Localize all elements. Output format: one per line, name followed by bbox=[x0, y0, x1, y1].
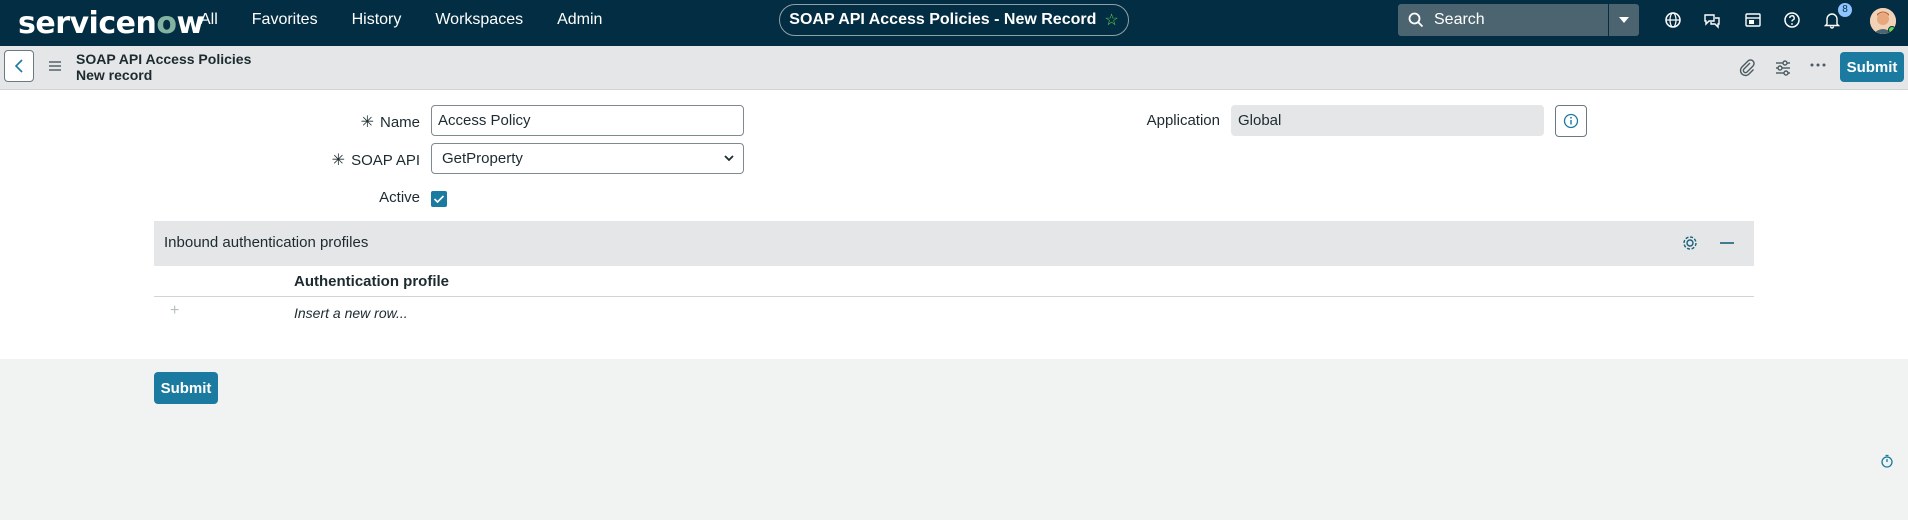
info-icon bbox=[1563, 113, 1579, 129]
related-list-title: Inbound authentication profiles bbox=[164, 234, 369, 251]
servicenow-logo[interactable]: servicenow bbox=[18, 6, 204, 41]
search-placeholder: Search bbox=[1434, 11, 1485, 28]
related-list-header: Inbound authentication profiles bbox=[154, 221, 1754, 266]
name-label-text: Name bbox=[379, 114, 420, 131]
soap-api-label-text: SOAP API bbox=[351, 152, 420, 169]
search-icon bbox=[1408, 12, 1424, 28]
soap-api-selected-value: GetProperty bbox=[442, 150, 523, 167]
user-avatar[interactable] bbox=[1870, 8, 1896, 34]
attachment-paperclip-icon[interactable] bbox=[1738, 59, 1756, 77]
nav-item-history[interactable]: History bbox=[352, 11, 402, 29]
form-header: SOAP API Access Policies New record Subm… bbox=[0, 46, 1908, 90]
checkmark-icon bbox=[433, 195, 445, 204]
name-label: ✳ Name bbox=[360, 112, 420, 132]
application-info-button[interactable] bbox=[1555, 105, 1587, 137]
top-navigation: servicenow All Favorites History Workspa… bbox=[0, 0, 1908, 46]
context-menu-icon[interactable] bbox=[48, 60, 62, 72]
search-scope-dropdown[interactable] bbox=[1609, 4, 1639, 36]
soap-api-select[interactable]: GetProperty bbox=[431, 143, 744, 174]
record-title-pill[interactable]: SOAP API Access Policies - New Record ☆ bbox=[779, 4, 1129, 36]
form-title-record: New record bbox=[76, 67, 153, 83]
record-form: ✳ Name Access Policy ✳ SOAP API GetPropert… bbox=[0, 90, 1908, 359]
active-label: Active bbox=[379, 189, 420, 206]
favorite-star-icon[interactable]: ☆ bbox=[1104, 10, 1118, 30]
table-divider bbox=[154, 296, 1754, 297]
global-search-input[interactable]: Search bbox=[1398, 4, 1608, 36]
response-time-icon[interactable] bbox=[1880, 454, 1894, 468]
nav-item-workspaces[interactable]: Workspaces bbox=[435, 11, 523, 29]
back-button[interactable] bbox=[4, 50, 34, 82]
submit-button-header[interactable]: Submit bbox=[1840, 52, 1904, 82]
required-asterisk-icon: ✳ bbox=[331, 152, 346, 169]
form-title: SOAP API Access Policies New record bbox=[76, 51, 251, 83]
globe-icon[interactable] bbox=[1664, 11, 1682, 29]
insert-new-row[interactable]: Insert a new row... bbox=[294, 305, 408, 321]
record-title: SOAP API Access Policies - New Record bbox=[789, 11, 1097, 28]
application-field: Global bbox=[1231, 105, 1544, 136]
more-options-icon[interactable] bbox=[1810, 62, 1826, 68]
required-asterisk-icon: ✳ bbox=[360, 114, 374, 131]
notification-count-badge: 8 bbox=[1838, 3, 1852, 17]
chevron-left-icon bbox=[14, 59, 23, 73]
online-status-dot bbox=[1888, 26, 1896, 34]
chat-icon[interactable] bbox=[1703, 11, 1721, 29]
form-title-table: SOAP API Access Policies bbox=[76, 51, 252, 67]
nav-item-favorites[interactable]: Favorites bbox=[252, 11, 318, 29]
collapse-minus-icon[interactable] bbox=[1720, 242, 1734, 244]
add-row-plus-icon[interactable]: + bbox=[170, 302, 179, 320]
name-input[interactable]: Access Policy bbox=[431, 105, 744, 136]
nav-menu: All Favorites History Workspaces Admin bbox=[200, 0, 636, 40]
soap-api-label: ✳ SOAP API bbox=[330, 150, 420, 170]
active-checkbox[interactable] bbox=[431, 191, 447, 207]
logo-accent: o bbox=[156, 6, 177, 41]
nav-item-admin[interactable]: Admin bbox=[557, 11, 602, 29]
nav-item-all[interactable]: All bbox=[200, 11, 218, 29]
column-header-authentication-profile[interactable]: Authentication profile bbox=[294, 273, 449, 290]
settings-sliders-icon[interactable] bbox=[1774, 59, 1792, 77]
workspace-icon[interactable] bbox=[1744, 11, 1762, 29]
chevron-down-icon bbox=[724, 155, 734, 162]
help-icon[interactable] bbox=[1783, 11, 1801, 29]
submit-button-footer[interactable]: Submit bbox=[154, 372, 218, 404]
gear-icon[interactable] bbox=[1682, 235, 1698, 251]
caret-down-icon bbox=[1619, 17, 1629, 23]
application-label: Application bbox=[1146, 112, 1220, 129]
logo-text: servicen bbox=[18, 6, 157, 41]
